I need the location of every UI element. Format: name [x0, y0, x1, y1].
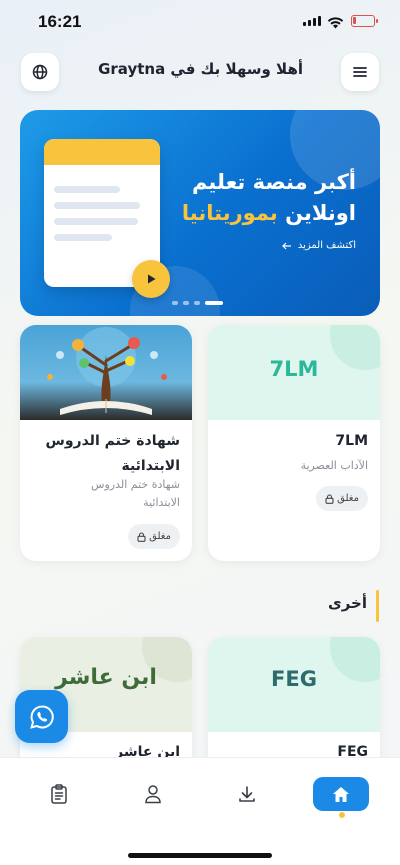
section-accent-bar [376, 590, 379, 622]
course-subtitle: شهادة ختم الدروس الابتدائية [91, 476, 180, 512]
nav-tasks[interactable] [31, 777, 87, 811]
nav-profile[interactable] [125, 777, 181, 811]
language-button[interactable] [21, 53, 59, 91]
whatsapp-button[interactable] [15, 690, 68, 743]
course-subtitle-line2: الابتدائية [143, 496, 180, 509]
battery-icon [351, 15, 378, 27]
carousel-dot[interactable] [194, 301, 200, 305]
play-icon [148, 274, 156, 284]
carousel-dot[interactable] [183, 301, 189, 305]
locked-badge: مغلق [316, 486, 368, 511]
download-icon [239, 786, 255, 802]
explore-more-label: اكتشف المزيد [297, 240, 356, 251]
user-icon [145, 785, 161, 804]
course-subtitle: الآداب العصرية [300, 459, 368, 472]
clipboard-icon [51, 784, 67, 804]
carousel-dot-active[interactable] [205, 301, 223, 305]
explore-more-link[interactable]: اكتشف المزيد [281, 240, 356, 251]
lock-icon [325, 493, 334, 504]
greeting-title: أهلا وسهلا بك في Graytna [98, 60, 303, 78]
arrow-left-icon [281, 242, 291, 249]
course-card-7lm[interactable]: 7LM 7LM الآداب العصرية مغلق [208, 325, 380, 561]
carousel-dot[interactable] [172, 301, 178, 305]
globe-icon [32, 64, 48, 80]
course-title: شهادة ختم الدروس الابتدائية [46, 429, 180, 479]
header: أهلا وسهلا بك في Graytna [0, 51, 400, 91]
course-cover: FEG [208, 637, 380, 732]
section-title-other: أخرى [327, 594, 367, 612]
course-cover-text: ابن عاشر [55, 665, 157, 690]
whatsapp-icon [29, 704, 54, 729]
banner-title-line2: اونلاين بموريتانيا [182, 201, 356, 225]
locked-label: مغلق [149, 531, 171, 542]
course-cover: 7LM [208, 325, 380, 420]
nav-home[interactable] [313, 777, 369, 811]
course-cover-image [20, 325, 192, 420]
status-time: 16:21 [38, 12, 82, 31]
bottom-navigation [0, 757, 400, 865]
wifi-icon [327, 14, 344, 33]
banner-title-online: اونلاين [277, 201, 356, 225]
home-icon [333, 786, 349, 802]
status-bar: 16:21 [0, 0, 400, 44]
menu-button[interactable] [341, 53, 379, 91]
lock-icon [137, 531, 146, 542]
course-title-line1: شهادة ختم الدروس [45, 433, 180, 449]
course-card-primary-certificate[interactable]: شهادة ختم الدروس الابتدائية شهادة ختم ال… [20, 325, 192, 561]
locked-badge: مغلق [128, 524, 180, 549]
play-button[interactable] [132, 260, 170, 298]
home-indicator [128, 853, 272, 858]
course-cover-text: 7LM [269, 357, 319, 381]
signal-icon [303, 16, 321, 26]
active-tab-indicator [339, 812, 345, 818]
carousel-indicator[interactable] [172, 301, 223, 305]
locked-label: مغلق [337, 493, 359, 504]
banner-title-line1: أكبر منصة تعليم [191, 170, 356, 194]
course-subtitle-line1: شهادة ختم الدروس [91, 478, 180, 491]
course-title: 7LM [335, 433, 368, 449]
banner-title-country: بموريتانيا [181, 201, 278, 225]
nav-downloads[interactable] [219, 777, 275, 811]
menu-icon [353, 67, 367, 77]
promo-banner[interactable]: أكبر منصة تعليم اونلاين بموريتانيا اكتشف… [20, 110, 380, 316]
course-cover-text: FEG [271, 667, 317, 691]
